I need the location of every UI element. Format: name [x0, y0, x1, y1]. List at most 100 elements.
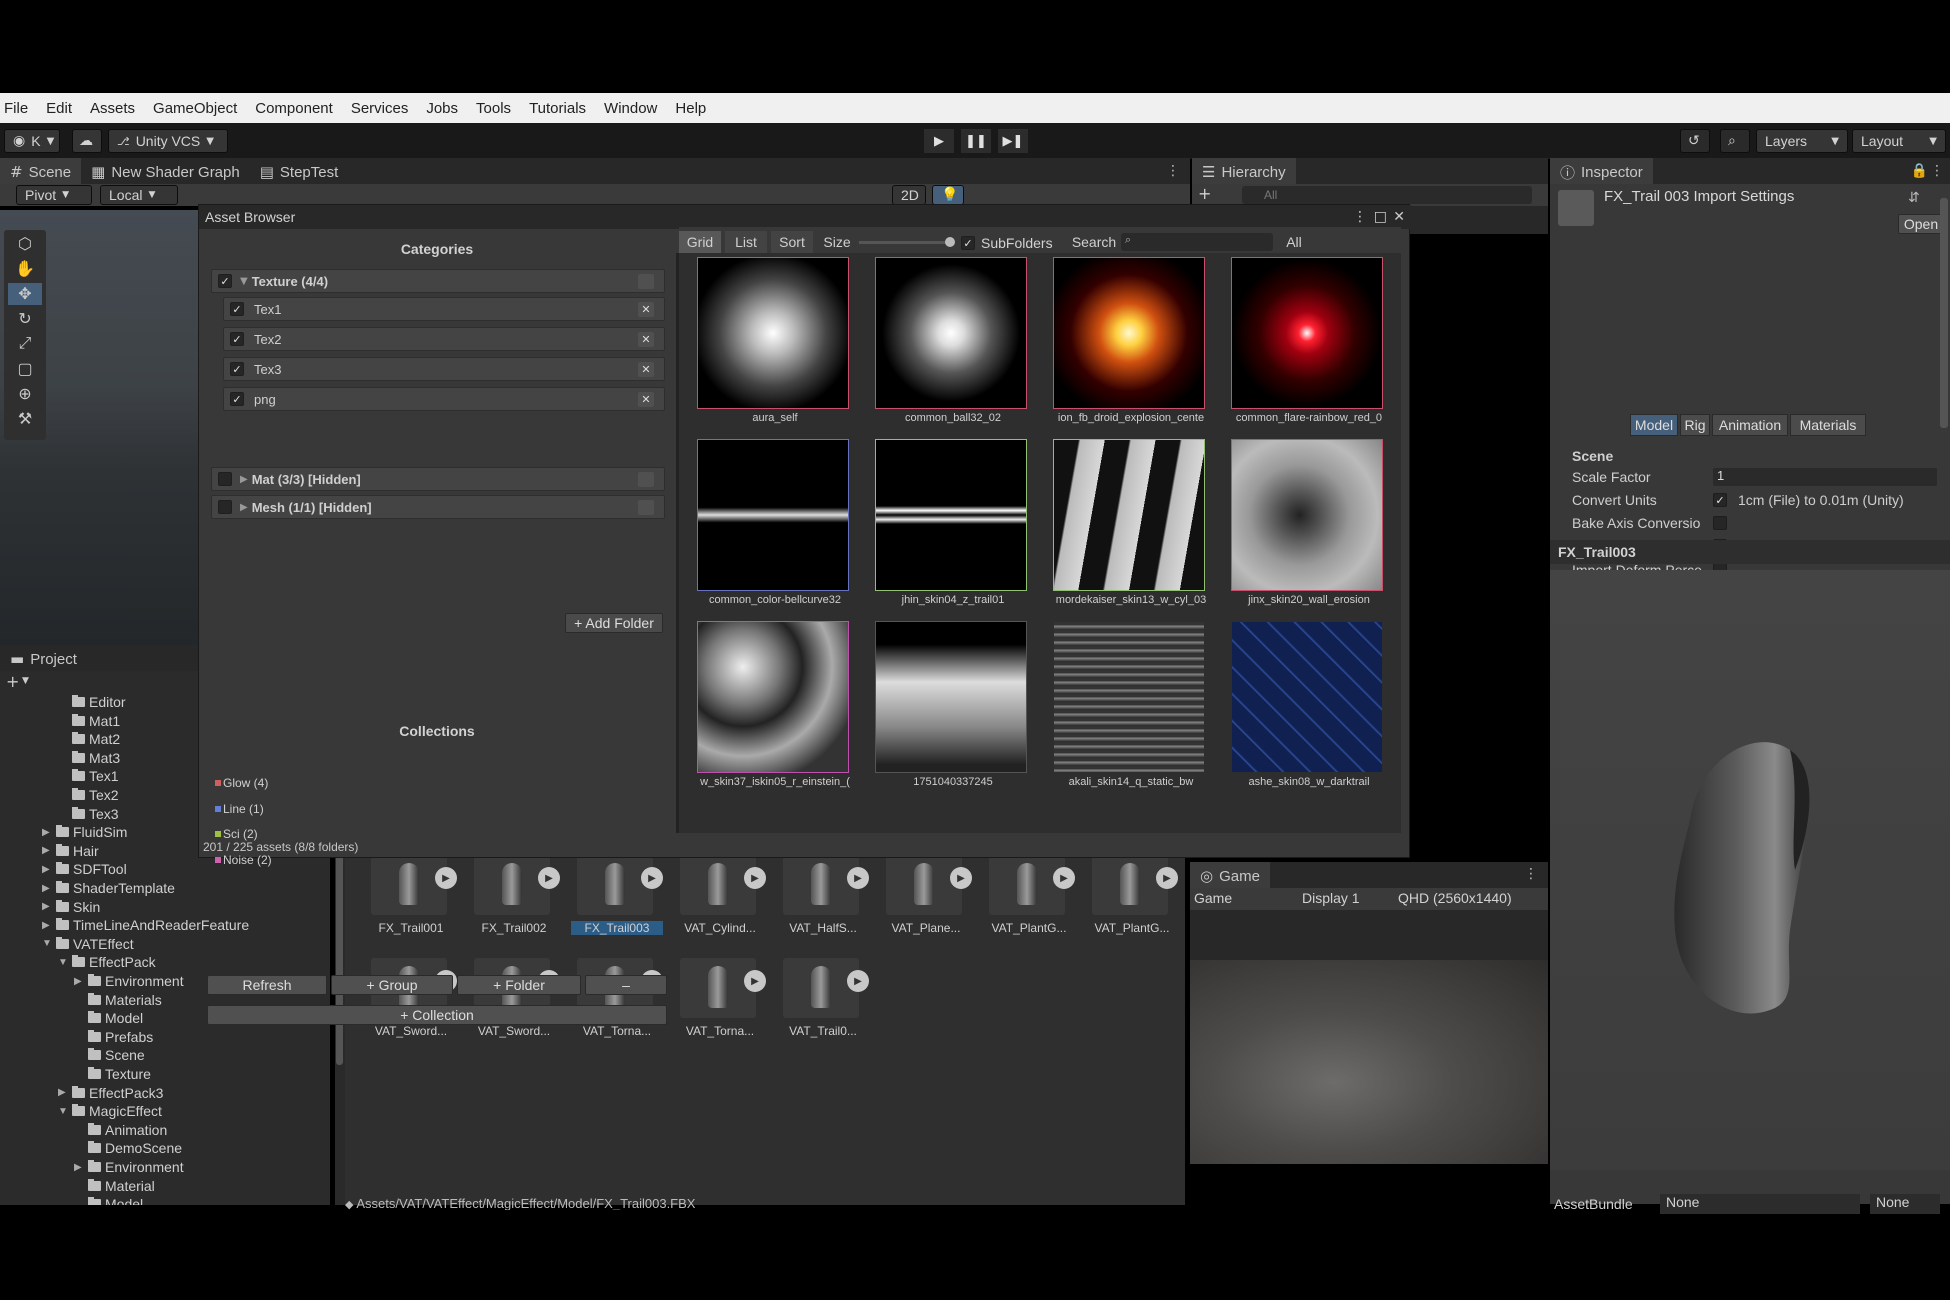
category-checkbox[interactable] [218, 472, 232, 486]
local-dropdown[interactable]: Local ▼ [100, 185, 178, 205]
expand-arrow-icon[interactable]: ▶ [42, 920, 52, 931]
refresh-button[interactable]: Refresh [207, 975, 327, 995]
asset-tile[interactable]: akali_skin14_q_static_bw [1045, 621, 1217, 801]
menu-services[interactable]: Services [351, 100, 409, 117]
add-icon[interactable]: + [1198, 184, 1211, 203]
sort-button[interactable]: Sort [771, 231, 813, 253]
vcs-dropdown[interactable]: ⎇ Unity VCS ▼ [108, 129, 228, 153]
mode-2d-button[interactable]: 2D [892, 185, 926, 205]
menu-jobs[interactable]: Jobs [426, 100, 458, 117]
step-button[interactable]: ▶❚ [998, 129, 1028, 153]
project-folder-item[interactable]: Model [74, 1195, 143, 1205]
category-folder-row[interactable]: ✓ Tex2 ✕ [223, 327, 665, 351]
game-mode-dropdown[interactable]: Game [1194, 890, 1294, 906]
category-folder-row[interactable]: ✓ Tex3 ✕ [223, 357, 665, 381]
project-folder-item[interactable]: Mat2 [58, 730, 120, 748]
close-icon[interactable]: ✕ [1393, 209, 1405, 225]
project-folder-item[interactable]: Editor [58, 693, 126, 711]
more-icon[interactable]: ⋮ [1166, 163, 1180, 179]
project-folder-item[interactable]: Mat1 [58, 712, 120, 730]
project-asset[interactable]: ▶ VAT_HalfS... [777, 855, 869, 955]
category-menu-button[interactable] [638, 274, 654, 289]
pause-button[interactable]: ❚❚ [961, 129, 991, 153]
scale-tool-icon[interactable]: ⤢ [8, 333, 42, 355]
expand-arrow-icon[interactable]: ▼ [42, 938, 52, 949]
project-asset[interactable]: ▶ VAT_Plane... [880, 855, 972, 955]
play-preview-button[interactable]: ▶ [1156, 867, 1178, 889]
filter-all-label[interactable]: All [1279, 231, 1309, 253]
menu-assets[interactable]: Assets [90, 100, 135, 117]
remove-folder-icon[interactable]: ✕ [638, 332, 654, 347]
custom-tool-icon[interactable]: ⚒ [8, 408, 42, 430]
lock-icon[interactable]: 🔒 [1911, 163, 1928, 179]
project-folder-item[interactable]: Material [74, 1177, 155, 1195]
asset-tile[interactable]: jhin_skin04_z_trail01 [867, 439, 1039, 619]
category-checkbox[interactable] [218, 500, 232, 514]
tab-scene[interactable]: # Scene [0, 158, 82, 184]
project-folder-item[interactable]: ▼ EffectPack [58, 953, 156, 971]
search-button[interactable]: ⌕ [1720, 129, 1750, 153]
asset-thumbnail[interactable] [875, 257, 1027, 409]
expand-arrow-icon[interactable]: ▶ [74, 1162, 84, 1173]
asset-thumbnail[interactable] [1231, 257, 1383, 409]
tab-inspector[interactable]: ⓘ Inspector [1550, 158, 1653, 184]
play-preview-button[interactable]: ▶ [950, 867, 972, 889]
asset-thumbnail[interactable] [875, 621, 1027, 773]
view-tool-icon[interactable]: ⬡ [8, 233, 42, 255]
asset-thumbnail[interactable] [697, 257, 849, 409]
project-folder-item[interactable]: ▶ ShaderTemplate [42, 879, 175, 897]
tab-rig[interactable]: Rig [1680, 414, 1710, 436]
project-folder-item[interactable]: Mat3 [58, 749, 120, 767]
menu-edit[interactable]: Edit [46, 100, 72, 117]
menu-window[interactable]: Window [604, 100, 657, 117]
add-folder-button[interactable]: + Add Folder [565, 613, 663, 633]
tab-hierarchy[interactable]: ☰ Hierarchy [1192, 158, 1296, 184]
remove-folder-icon[interactable]: ✕ [638, 392, 654, 407]
asset-tile[interactable]: jinx_skin20_wall_erosion [1223, 439, 1395, 619]
play-preview-button[interactable]: ▶ [641, 867, 663, 889]
project-folder-item[interactable]: Model [74, 1009, 143, 1027]
play-preview-button[interactable]: ▶ [744, 867, 766, 889]
category-menu-button[interactable] [638, 500, 654, 515]
menu-help[interactable]: Help [675, 100, 706, 117]
remove-folder-icon[interactable]: ✕ [638, 302, 654, 317]
expand-arrow-icon[interactable]: ▶ [74, 976, 84, 987]
asset-thumbnail[interactable] [697, 439, 849, 591]
asset-tile[interactable]: common_color-bellcurve32 [689, 439, 861, 619]
asset-tile[interactable]: mordekaiser_skin13_w_cyl_03 [1045, 439, 1217, 619]
project-asset[interactable]: ▶ VAT_Trail0... [777, 958, 869, 1058]
project-folder-item[interactable]: Materials [74, 991, 162, 1009]
maximize-icon[interactable]: □ [1374, 209, 1387, 225]
project-folder-item[interactable]: ▼ VATEffect [42, 935, 134, 953]
expand-arrow-icon[interactable]: ▶ [42, 901, 52, 912]
list-view-button[interactable]: List [725, 231, 767, 253]
asset-tile[interactable]: common_flare-rainbow_red_0 [1223, 257, 1395, 437]
scrollbar-thumb[interactable] [1940, 198, 1948, 428]
asset-thumbnail[interactable] [1231, 621, 1383, 773]
collection-item[interactable]: Glow (4) [215, 776, 268, 790]
asset-tile[interactable]: ashe_skin08_w_darktrail [1223, 621, 1395, 801]
add-icon[interactable]: + [6, 672, 19, 691]
tab-animation[interactable]: Animation [1712, 414, 1788, 436]
project-folder-item[interactable]: Texture [74, 1065, 151, 1083]
expand-arrow-icon[interactable]: ▼ [58, 957, 68, 968]
project-folder-item[interactable]: Tex3 [58, 805, 119, 823]
import-option-checkbox[interactable] [1713, 516, 1727, 530]
remove-folder-icon[interactable]: ✕ [638, 362, 654, 377]
rotate-tool-icon[interactable]: ↻ [8, 308, 42, 330]
folder-checkbox[interactable]: ✓ [230, 332, 244, 346]
play-preview-button[interactable]: ▶ [1053, 867, 1075, 889]
more-icon[interactable]: ⋮ [1524, 866, 1538, 882]
project-folder-item[interactable]: Tex2 [58, 786, 119, 804]
project-asset[interactable]: ▶ FX_Trail002 [468, 855, 560, 955]
size-slider[interactable] [859, 237, 955, 247]
account-dropdown[interactable]: ◉ K ▼ [4, 129, 60, 153]
chevron-down-icon[interactable]: ▼ [22, 676, 29, 686]
play-preview-button[interactable]: ▶ [538, 867, 560, 889]
menu-file[interactable]: File [4, 100, 28, 117]
project-folder-item[interactable]: ▶ Hair [42, 842, 99, 860]
play-preview-button[interactable]: ▶ [744, 970, 766, 992]
folder-checkbox[interactable]: ✓ [230, 302, 244, 316]
category-row[interactable]: ▶ Mesh (1/1) [Hidden] [211, 495, 665, 519]
menu-tools[interactable]: Tools [476, 100, 511, 117]
